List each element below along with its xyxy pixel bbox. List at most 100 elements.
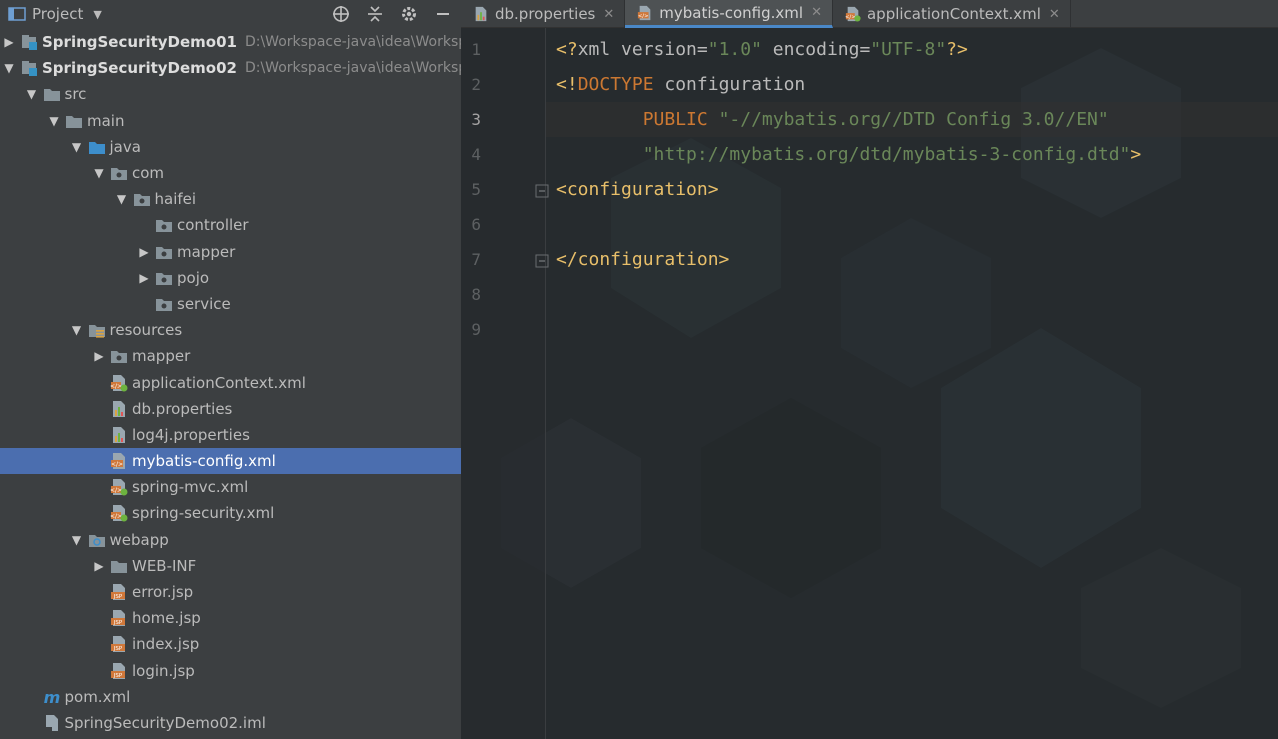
gear-icon[interactable] xyxy=(399,4,419,24)
expand-arrow-right-icon[interactable]: ▶ xyxy=(137,245,151,259)
code-token: PUBLIC xyxy=(642,109,708,130)
collapse-all-icon[interactable] xyxy=(365,4,385,24)
spring-xml-icon: </> xyxy=(845,6,861,22)
folder-icon xyxy=(43,85,61,103)
tree-item-springsecuritydemo01[interactable]: ▶ SpringSecurityDemo01 D:\Workspace-java\i… xyxy=(0,29,461,55)
project-view-title[interactable]: Project xyxy=(32,5,83,23)
expand-arrow-right-icon[interactable]: ▶ xyxy=(137,271,151,285)
code-line[interactable]: <configuration> xyxy=(556,172,719,207)
tree-item-label: main xyxy=(87,111,125,130)
project-view-icon[interactable] xyxy=(8,6,26,22)
expand-arrow-down-icon[interactable]: ▼ xyxy=(47,114,61,128)
expand-arrow-right-icon[interactable]: ▶ xyxy=(92,559,106,573)
tree-item-label: index.jsp xyxy=(132,635,200,654)
tab-mybatis-config-xml[interactable]: </> mybatis-config.xml ✕ xyxy=(625,0,833,28)
tab-applicationcontext-xml[interactable]: </> applicationContext.xml ✕ xyxy=(833,0,1071,28)
tree-item-label: java xyxy=(109,137,141,156)
tree-item-java[interactable]: ▼ java xyxy=(0,134,461,160)
code-token: "UTF-8" xyxy=(870,39,947,60)
tree-item-error-jsp[interactable]: JSP error.jsp xyxy=(0,579,461,605)
spring-xml-icon: </> xyxy=(110,478,128,496)
jsp-icon: JSP xyxy=(110,662,128,680)
svg-text:</>: </> xyxy=(110,383,122,390)
tree-item-label: spring-mvc.xml xyxy=(132,478,249,497)
package-icon xyxy=(155,243,173,261)
code-token: "-//mybatis.org//DTD Config 3.0//EN" xyxy=(718,109,1109,130)
locate-target-icon[interactable] xyxy=(331,4,351,24)
tree-item-home-jsp[interactable]: JSP home.jsp xyxy=(0,605,461,631)
tree-item-label: controller xyxy=(177,216,249,235)
tree-item-login-jsp[interactable]: JSP login.jsp xyxy=(0,658,461,684)
code-token: <configuration> xyxy=(556,179,719,200)
expand-arrow-down-icon[interactable]: ▼ xyxy=(70,533,84,547)
package-icon xyxy=(110,347,128,365)
tree-item-src[interactable]: ▼ src xyxy=(0,81,461,107)
tree-item-controller[interactable]: controller xyxy=(0,212,461,238)
hide-panel-icon[interactable] xyxy=(433,4,453,24)
tab-label: mybatis-config.xml xyxy=(659,3,804,22)
tree-item-index-jsp[interactable]: JSP index.jsp xyxy=(0,631,461,657)
tree-item-resources[interactable]: ▼ resources xyxy=(0,317,461,343)
expand-arrow-down-icon[interactable]: ▼ xyxy=(115,192,129,206)
tree-item-pom-xml[interactable]: m pom.xml xyxy=(0,684,461,710)
tree-item-db-properties[interactable]: db.properties xyxy=(0,396,461,422)
tree-item-webapp[interactable]: ▼ webapp xyxy=(0,527,461,553)
project-header: Project ▼ xyxy=(0,0,461,28)
expand-arrow-right-icon[interactable]: ▶ xyxy=(2,35,16,49)
close-icon[interactable]: ✕ xyxy=(603,7,614,22)
folder-icon xyxy=(110,557,128,575)
package-icon xyxy=(155,269,173,287)
tree-item-haifei[interactable]: ▼ haifei xyxy=(0,186,461,212)
chevron-down-icon[interactable]: ▼ xyxy=(93,8,101,21)
line-number: 9 xyxy=(471,320,481,339)
tree-item-spring-security-xml[interactable]: </> spring-security.xml xyxy=(0,500,461,526)
tree-item-web-inf[interactable]: ▶ WEB-INF xyxy=(0,553,461,579)
jsp-icon: JSP xyxy=(110,635,128,653)
expand-arrow-down-icon[interactable]: ▼ xyxy=(92,166,106,180)
code-line[interactable]: <?xml version="1.0" encoding="UTF-8"?> xyxy=(556,32,968,67)
tree-item-label: mapper xyxy=(177,242,236,261)
tree-item-applicationcontext-xml[interactable]: </> applicationContext.xml xyxy=(0,369,461,395)
tree-item-log4j-properties[interactable]: log4j.properties xyxy=(0,422,461,448)
tree-item-pojo[interactable]: ▶ pojo xyxy=(0,265,461,291)
tree-item-mybatis-config-xml[interactable]: </> mybatis-config.xml xyxy=(0,448,461,475)
code-line[interactable]: PUBLIC "-//mybatis.org//DTD Config 3.0//… xyxy=(556,102,1109,137)
code-line[interactable]: <!DOCTYPE configuration xyxy=(556,67,805,102)
expand-arrow-down-icon[interactable]: ▼ xyxy=(70,140,84,154)
expand-arrow-down-icon[interactable]: ▼ xyxy=(2,61,16,75)
line-number: 8 xyxy=(471,285,481,304)
expand-arrow-down-icon[interactable]: ▼ xyxy=(70,323,84,337)
tree-item-springsecuritydemo02[interactable]: ▼ SpringSecurityDemo02 D:\Workspace-java\i… xyxy=(0,55,461,81)
editor-area: db.properties ✕ </> mybatis-config.xml ✕ </> a… xyxy=(461,0,1278,739)
tab-db-properties[interactable]: db.properties ✕ xyxy=(461,0,626,28)
fold-marker-icon[interactable] xyxy=(535,183,549,198)
code-line[interactable]: "http://mybatis.org/dtd/mybatis-3-config… xyxy=(556,137,1142,172)
tree-item-mapper[interactable]: ▶ mapper xyxy=(0,343,461,369)
fold-marker-icon[interactable] xyxy=(535,253,549,268)
folder-icon xyxy=(65,112,83,130)
tree-item-mapper[interactable]: ▶ mapper xyxy=(0,239,461,265)
tree-item-springsecuritydemo02-iml[interactable]: SpringSecurityDemo02.iml xyxy=(0,710,461,736)
tree-item-label: pojo xyxy=(177,268,210,287)
tree-item-main[interactable]: ▼ main xyxy=(0,108,461,134)
module-icon xyxy=(20,33,38,51)
tree-item-path: D:\Workspace-java\idea\Worksp xyxy=(244,60,461,77)
line-number: 2 xyxy=(471,75,481,94)
code-line[interactable]: </configuration> xyxy=(556,242,729,277)
svg-text:</>: </> xyxy=(638,13,649,19)
tree-item-com[interactable]: ▼ com xyxy=(0,160,461,186)
close-icon[interactable]: ✕ xyxy=(1049,7,1060,22)
properties-icon xyxy=(110,426,128,444)
tree-item-service[interactable]: service xyxy=(0,291,461,317)
expand-arrow-right-icon[interactable]: ▶ xyxy=(92,349,106,363)
expand-arrow-down-icon[interactable]: ▼ xyxy=(25,87,39,101)
tree-item-label: spring-security.xml xyxy=(132,504,275,523)
tree-item-label: webapp xyxy=(109,530,169,549)
close-icon[interactable]: ✕ xyxy=(811,5,822,20)
tree-item-spring-mvc-xml[interactable]: </> spring-mvc.xml xyxy=(0,474,461,500)
iml-icon xyxy=(43,714,61,732)
